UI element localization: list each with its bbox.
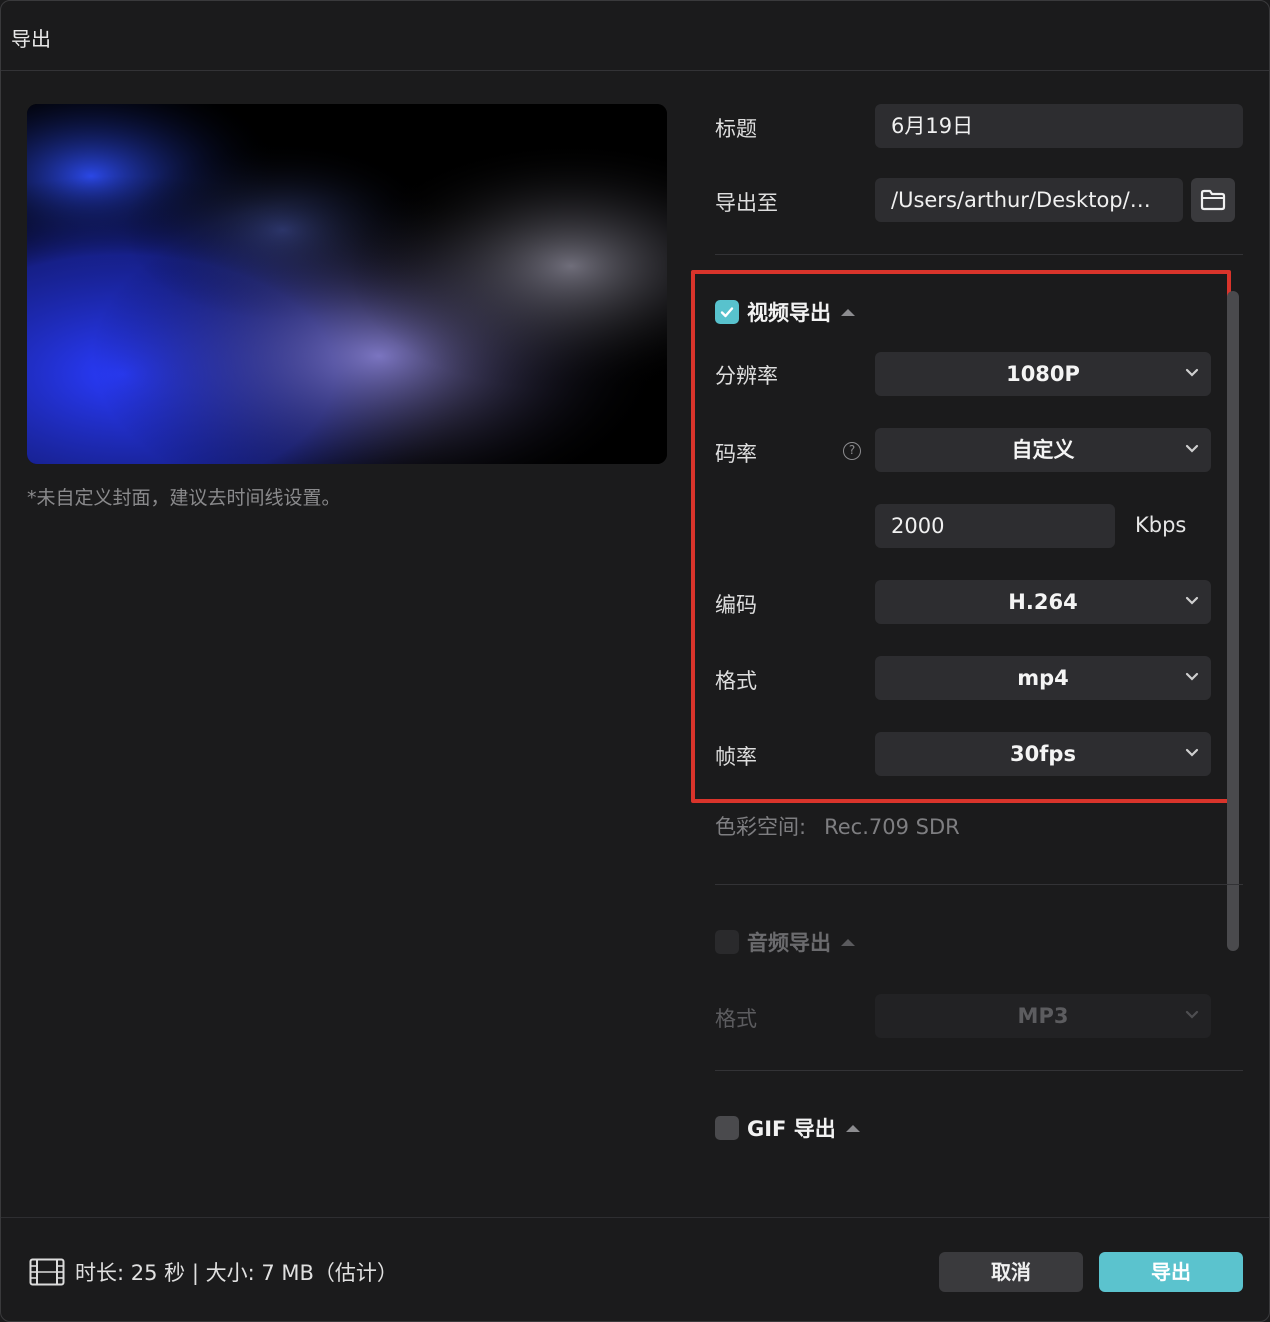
help-icon[interactable]: ?	[843, 442, 861, 460]
smoke-thumbnail	[27, 104, 667, 464]
chevron-down-icon	[1185, 672, 1199, 681]
dialog-title: 导出	[11, 27, 51, 51]
caret-up-icon[interactable]	[845, 1124, 860, 1132]
export-summary: 时长: 25 秒 | 大小: 7 MB（估计）	[29, 1257, 398, 1287]
caret-up-icon[interactable]	[841, 308, 855, 316]
chevron-down-icon	[1185, 748, 1199, 757]
video-preview	[27, 104, 667, 464]
title-input[interactable]: 6月19日	[875, 104, 1243, 148]
format-value: mp4	[1017, 666, 1069, 690]
audio-export-header[interactable]: 音频导出	[715, 927, 855, 957]
title-bar: 导出	[1, 1, 1269, 71]
codec-select[interactable]: H.264	[875, 580, 1211, 624]
video-export-title: 视频导出	[747, 301, 831, 325]
caret-up-icon[interactable]	[841, 938, 855, 946]
divider	[715, 254, 1243, 255]
resolution-value: 1080P	[1006, 362, 1080, 386]
audio-export-checkbox[interactable]	[715, 930, 739, 954]
resolution-label: 分辨率	[715, 364, 778, 388]
colorspace-label: 色彩空间:	[715, 815, 807, 839]
bitrate-value: 自定义	[1011, 438, 1075, 462]
audio-format-select[interactable]: MP3	[875, 994, 1211, 1038]
film-icon	[29, 1258, 65, 1286]
cover-hint: *未自定义封面，建议去时间线设置。	[27, 487, 341, 509]
gif-export-title: GIF 导出	[747, 1117, 836, 1141]
gif-export-checkbox[interactable]	[715, 1116, 739, 1140]
export-path-input[interactable]: /Users/arthur/Desktop/…	[875, 178, 1183, 222]
bitrate-unit: Kbps	[1135, 513, 1187, 537]
cancel-button[interactable]: 取消	[939, 1252, 1083, 1292]
export-summary-text: 时长: 25 秒 | 大小: 7 MB（估计）	[75, 1261, 398, 1285]
framerate-value: 30fps	[1010, 742, 1076, 766]
divider	[715, 884, 1243, 885]
footer-divider	[1, 1217, 1269, 1218]
framerate-select[interactable]: 30fps	[875, 732, 1211, 776]
format-select[interactable]: mp4	[875, 656, 1211, 700]
format-label: 格式	[715, 669, 757, 693]
codec-label: 编码	[715, 593, 757, 617]
folder-icon	[1200, 189, 1226, 211]
export-button[interactable]: 导出	[1099, 1252, 1243, 1292]
chevron-down-icon	[1185, 596, 1199, 605]
title-label: 标题	[715, 117, 757, 141]
audio-format-label: 格式	[715, 1007, 757, 1031]
colorspace-value: Rec.709 SDR	[824, 815, 960, 839]
bitrate-label: 码率	[715, 442, 757, 466]
chevron-down-icon	[1185, 444, 1199, 453]
video-export-checkbox[interactable]	[715, 300, 739, 324]
colorspace-info: 色彩空间: Rec.709 SDR	[715, 811, 960, 841]
scrollbar[interactable]	[1227, 291, 1239, 951]
chevron-down-icon	[1185, 368, 1199, 377]
audio-export-title: 音频导出	[747, 931, 831, 955]
check-icon	[720, 307, 734, 318]
gif-export-header[interactable]: GIF 导出	[715, 1113, 860, 1143]
resolution-select[interactable]: 1080P	[875, 352, 1211, 396]
codec-value: H.264	[1008, 590, 1078, 614]
divider	[715, 1070, 1243, 1071]
export-dialog: 导出 *未自定义封面，建议去时间线设置。 标题 6月19日 导出至 /Users…	[0, 0, 1270, 1322]
bitrate-select[interactable]: 自定义	[875, 428, 1211, 472]
export-to-label: 导出至	[715, 191, 778, 215]
bitrate-kbps-input[interactable]: 2000	[875, 504, 1115, 548]
browse-folder-button[interactable]	[1191, 178, 1235, 222]
framerate-label: 帧率	[715, 745, 757, 769]
video-export-header[interactable]: 视频导出	[715, 297, 855, 327]
audio-format-value: MP3	[1017, 1004, 1069, 1028]
chevron-down-icon	[1185, 1010, 1199, 1019]
